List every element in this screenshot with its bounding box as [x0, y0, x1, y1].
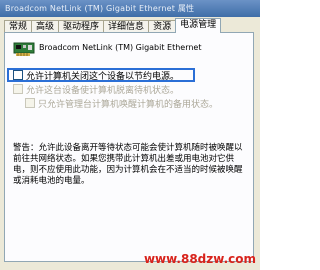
device-name: Broadcom NetLink (TM) Gigabit Ethernet — [39, 43, 202, 52]
checkbox-allow-wake[interactable] — [13, 84, 23, 94]
option-label: 允许计算机关闭这个设备以节约电源。 — [26, 71, 180, 82]
option-allow-wake[interactable]: 允许这台设备使计算机脱离待机状态。 — [13, 83, 180, 96]
option-allow-power-off[interactable]: 允许计算机关闭这个设备以节约电源。 — [13, 69, 180, 82]
title-bar: Broadcom NetLink (TM) Gigabit Ethernet 属… — [0, 0, 260, 17]
option-label: 只允许管理台计算机唤醒计算机的备用状态。 — [38, 99, 219, 110]
checkbox-management-wake-only[interactable] — [25, 98, 35, 108]
tab-power-management[interactable]: 电源管理 — [175, 18, 222, 33]
checkbox-allow-power-off[interactable] — [13, 70, 23, 80]
option-label: 允许这台设备使计算机脱离待机状态。 — [26, 85, 180, 96]
warning-text: 警告：允许此设备离开等待状态可能会使计算机随时被唤醒以前往共网络状态。如果您携带… — [13, 143, 243, 186]
network-adapter-icon — [13, 42, 35, 56]
properties-dialog: 常规 高级 驱动程序 详细信息 资源 电源管理 Broadcom NetLink… — [0, 17, 260, 270]
window-title: Broadcom NetLink (TM) Gigabit Ethernet 属… — [5, 4, 195, 13]
tab-strip: 常规 高级 驱动程序 详细信息 资源 电源管理 — [4, 18, 222, 33]
power-management-panel: Broadcom NetLink (TM) Gigabit Ethernet 允… — [4, 32, 254, 262]
option-management-wake-only[interactable]: 只允许管理台计算机唤醒计算机的备用状态。 — [25, 97, 219, 110]
watermark: www.88dzw.com — [143, 252, 256, 266]
